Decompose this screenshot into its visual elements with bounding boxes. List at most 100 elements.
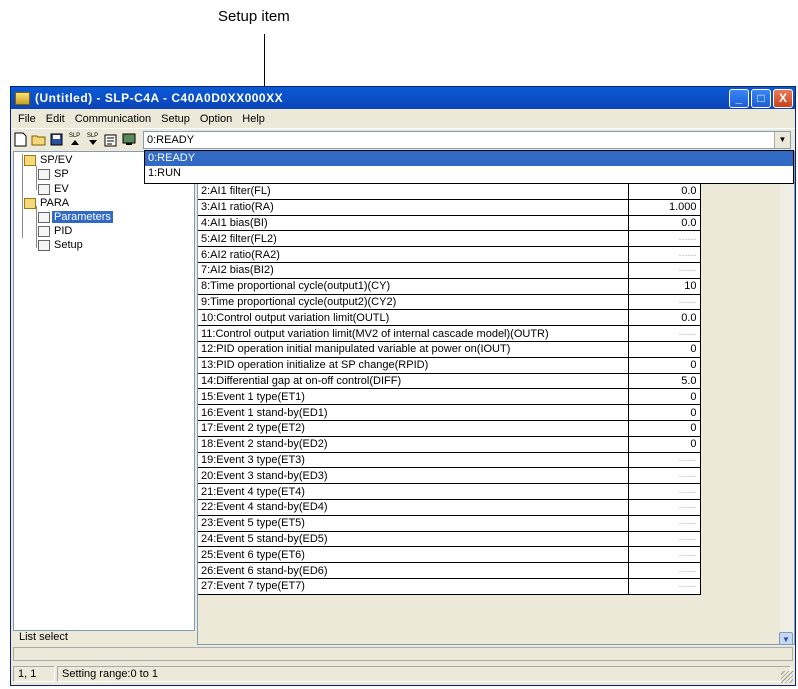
parameter-value[interactable]: ------ (628, 246, 701, 264)
table-row[interactable]: 7:AI2 bias(BI2) ------ (198, 262, 794, 279)
table-row[interactable]: 5:AI2 filter(FL2) ------ (198, 230, 794, 248)
table-row[interactable]: 18:Event 2 stand-by(ED2) 0 (198, 436, 794, 453)
tree-item-setup[interactable]: Setup (38, 238, 85, 252)
parameter-grid: 2:AI1 filter(FL) 0.0 3:AI1 ratio(RA) 1.000 4… (197, 151, 795, 645)
table-row[interactable]: 25:Event 6 type(ET6) ------ (198, 546, 794, 564)
table-row[interactable]: 27:Event 7 type(ET7) ------ (198, 578, 794, 595)
parameter-value[interactable]: 0 (628, 341, 701, 358)
parameter-value[interactable]: 0.0 (628, 309, 701, 327)
open-folder-icon[interactable] (31, 132, 46, 147)
tree-item-pid[interactable]: PID (38, 224, 74, 238)
menu-help[interactable]: Help (237, 113, 270, 125)
parameter-name: 21:Event 4 type(ET4) (198, 483, 629, 501)
table-row[interactable]: 14:Differential gap at on-off control(DI… (198, 373, 794, 390)
table-row[interactable]: 15:Event 1 type(ET1) 0 (198, 388, 794, 406)
table-row[interactable]: 8:Time proportional cycle(output1)(CY) 10 (198, 278, 794, 295)
table-row[interactable]: 6:AI2 ratio(RA2) ------ (198, 246, 794, 264)
parameter-value[interactable]: 0.0 (628, 215, 701, 232)
menu-file[interactable]: File (13, 113, 41, 125)
close-button[interactable]: X (773, 88, 793, 108)
table-row[interactable]: 4:AI1 bias(BI) 0.0 (198, 215, 794, 232)
table-row[interactable]: 21:Event 4 type(ET4) ------ (198, 483, 794, 501)
menu-setup[interactable]: Setup (156, 113, 195, 125)
parameter-name: 18:Event 2 stand-by(ED2) (198, 436, 629, 453)
parameter-value[interactable]: 5.0 (628, 373, 701, 390)
parameter-value[interactable]: 0 (628, 420, 701, 437)
upload-slp-icon[interactable]: SLP (67, 132, 82, 147)
tree-item-label: SP/EV (40, 154, 73, 166)
parameter-name: 2:AI1 filter(FL) (198, 183, 629, 200)
parameter-name: 13:PID operation initialize at SP change… (198, 357, 629, 374)
table-row[interactable]: 17:Event 2 type(ET2) 0 (198, 420, 794, 437)
menu-bar: File Edit Communication Setup Option Hel… (11, 109, 795, 128)
table-row[interactable]: 24:Event 5 stand-by(ED5) ------ (198, 531, 794, 548)
parameter-name: 26:Event 6 stand-by(ED6) (198, 562, 629, 580)
parameter-value[interactable]: ------ (628, 531, 701, 548)
monitor-icon[interactable] (121, 132, 136, 147)
menu-edit[interactable]: Edit (41, 113, 70, 125)
parameter-value[interactable]: 0 (628, 436, 701, 453)
tree-item-sp-ev[interactable]: SP/EV (24, 153, 74, 167)
parameter-name: 22:Event 4 stand-by(ED4) (198, 499, 629, 516)
parameter-value[interactable]: ------ (628, 546, 701, 564)
tree-item-parameters[interactable]: Parameters (38, 210, 113, 224)
table-row[interactable]: 26:Event 6 stand-by(ED6) ------ (198, 562, 794, 580)
parameter-value[interactable]: 0 (628, 388, 701, 406)
document-icon (38, 225, 50, 237)
table-row[interactable]: 13:PID operation initialize at SP change… (198, 357, 794, 374)
table-row[interactable]: 20:Event 3 stand-by(ED3) ------ (198, 467, 794, 485)
table-row[interactable]: 12:PID operation initial manipulated var… (198, 341, 794, 358)
parameter-value[interactable]: ------ (628, 578, 701, 595)
tree-item-sp[interactable]: SP (38, 167, 71, 181)
parameter-value[interactable]: ------ (628, 325, 701, 343)
new-file-icon[interactable] (13, 132, 28, 147)
menu-communication[interactable]: Communication (70, 113, 156, 125)
parameter-value[interactable]: ------ (628, 515, 701, 532)
title-bar[interactable]: (Untitled) - SLP-C4A - C40A0D0XX000XX _ … (11, 87, 795, 109)
scroll-down-icon[interactable]: ▼ (779, 632, 793, 644)
parameter-value[interactable]: ------ (628, 230, 701, 248)
parameter-name: 24:Event 5 stand-by(ED5) (198, 531, 629, 548)
tree-connector (36, 166, 37, 190)
maximize-button[interactable]: □ (751, 88, 771, 108)
tree-connector (36, 206, 37, 248)
parameter-value[interactable]: 0 (628, 404, 701, 422)
table-row[interactable]: 19:Event 3 type(ET3) ------ (198, 452, 794, 469)
table-row[interactable]: 23:Event 5 type(ET5) ------ (198, 515, 794, 532)
menu-option[interactable]: Option (195, 113, 237, 125)
parameter-value[interactable]: 1.000 (628, 199, 701, 216)
parameter-value[interactable]: ------ (628, 294, 701, 311)
horizontal-scrollbar[interactable] (13, 647, 793, 661)
parameter-value[interactable]: ------ (628, 452, 701, 469)
minimize-button[interactable]: _ (729, 88, 749, 108)
properties-icon[interactable] (103, 132, 118, 147)
download-slp-icon[interactable]: SLP (85, 132, 100, 147)
dropdown-option-ready[interactable]: 0:READY (145, 151, 793, 166)
dropdown-option-run[interactable]: 1:RUN (145, 166, 793, 181)
parameter-value[interactable]: ------ (628, 499, 701, 516)
save-icon[interactable] (49, 132, 64, 147)
status-message: Setting range:0 to 1 (57, 666, 791, 682)
parameter-value[interactable]: ------ (628, 483, 701, 501)
document-icon (38, 211, 50, 223)
resize-grip-icon[interactable] (781, 671, 793, 683)
table-row[interactable]: 2:AI1 filter(FL) 0.0 (198, 183, 794, 200)
table-row[interactable]: 11:Control output variation limit(MV2 of… (198, 325, 794, 343)
chevron-down-icon[interactable]: ▼ (774, 131, 790, 148)
parameter-value[interactable]: ------ (628, 262, 701, 279)
parameter-value[interactable]: 10 (628, 278, 701, 295)
table-row[interactable]: 22:Event 4 stand-by(ED4) ------ (198, 499, 794, 516)
table-row[interactable]: 16:Event 1 stand-by(ED1) 0 (198, 404, 794, 422)
parameter-value[interactable]: 0.0 (628, 183, 701, 200)
setup-item-select[interactable]: 0:READY ▼ (143, 130, 791, 149)
table-row[interactable]: 3:AI1 ratio(RA) 1.000 (198, 199, 794, 216)
parameter-value[interactable]: ------ (628, 467, 701, 485)
table-row[interactable]: 9:Time proportional cycle(output2)(CY2) -… (198, 294, 794, 311)
parameter-value[interactable]: ------ (628, 562, 701, 580)
parameter-value[interactable]: 0 (628, 357, 701, 374)
document-icon (38, 168, 50, 180)
table-row[interactable]: 10:Control output variation limit(OUTL) 0… (198, 309, 794, 327)
tree-item-ev[interactable]: EV (38, 182, 71, 196)
tree-item-para[interactable]: PARA (24, 196, 71, 210)
vertical-scrollbar[interactable]: ▼ (779, 152, 794, 644)
